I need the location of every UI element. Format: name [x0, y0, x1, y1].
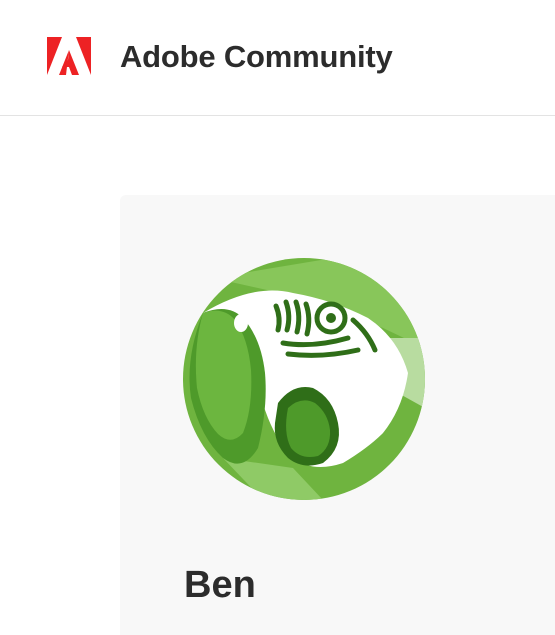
avatar-image [183, 258, 425, 500]
adobe-logo-svg [47, 37, 91, 75]
site-header: Adobe Community [0, 0, 555, 116]
parrot-avatar-icon[interactable] [183, 258, 425, 500]
adobe-logo-icon[interactable] [47, 37, 91, 75]
site-title[interactable]: Adobe Community [120, 38, 393, 76]
profile-name: Ben [184, 564, 256, 606]
